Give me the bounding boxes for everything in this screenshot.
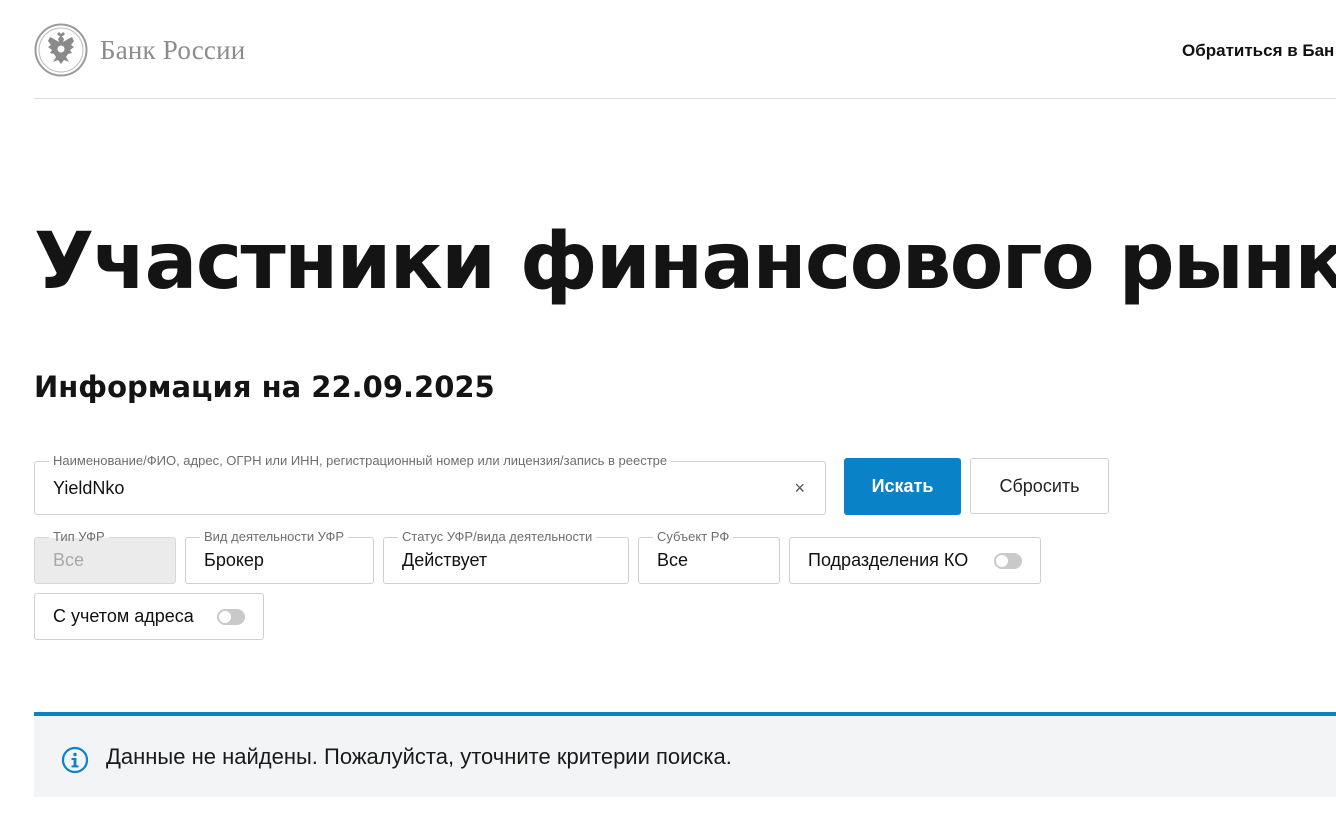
double-headed-eagle-emblem-icon: [34, 23, 88, 77]
logo-text: Банк России: [100, 34, 246, 65]
site-header: Банк России Обратиться в Бан: [0, 0, 1336, 99]
search-button[interactable]: Искать: [844, 458, 961, 515]
no-results-notice: Данные не найдены. Пожалуйста, уточните …: [34, 712, 1336, 797]
page-title: Участники финансового рынка: [34, 217, 1336, 307]
ko-divisions-label: Подразделения КО: [808, 550, 969, 570]
ko-divisions-toggle-field[interactable]: Подразделения КО: [789, 537, 1041, 584]
region-select[interactable]: Субъект РФ Все: [638, 529, 780, 584]
search-input-label: Наименование/ФИО, адрес, ОГРН или ИНН, р…: [49, 453, 672, 469]
with-address-toggle[interactable]: [217, 608, 245, 625]
header-divider: [34, 98, 1336, 99]
notice-text: Данные не найдены. Пожалуйста, уточните …: [106, 743, 732, 769]
activity-select[interactable]: Вид деятельности УФР Брокер: [185, 529, 374, 584]
ko-divisions-toggle[interactable]: [994, 552, 1022, 569]
activity-select-value[interactable]: Брокер: [204, 538, 264, 583]
search-input[interactable]: Наименование/ФИО, адрес, ОГРН или ИНН, р…: [34, 453, 826, 515]
type-select: Тип УФР Все: [34, 529, 176, 584]
search-input-value[interactable]: YieldNko: [53, 462, 124, 514]
with-address-label: С учетом адреса: [53, 606, 194, 626]
type-select-value: Все: [53, 550, 85, 570]
info-date-heading: Информация на 22.09.2025: [34, 370, 495, 404]
bank-logo[interactable]: Банк России: [34, 23, 245, 77]
reset-button[interactable]: Сбросить: [970, 458, 1109, 514]
status-select-value[interactable]: Действует: [402, 538, 487, 583]
info-icon: [61, 746, 89, 774]
clear-icon[interactable]: ×: [794, 479, 805, 497]
with-address-toggle-field[interactable]: С учетом адреса: [34, 593, 264, 640]
status-select[interactable]: Статус УФР/вида деятельности Действует: [383, 529, 629, 584]
region-select-value[interactable]: Все: [657, 538, 688, 583]
contact-bank-link[interactable]: Обратиться в Бан: [1182, 41, 1334, 61]
